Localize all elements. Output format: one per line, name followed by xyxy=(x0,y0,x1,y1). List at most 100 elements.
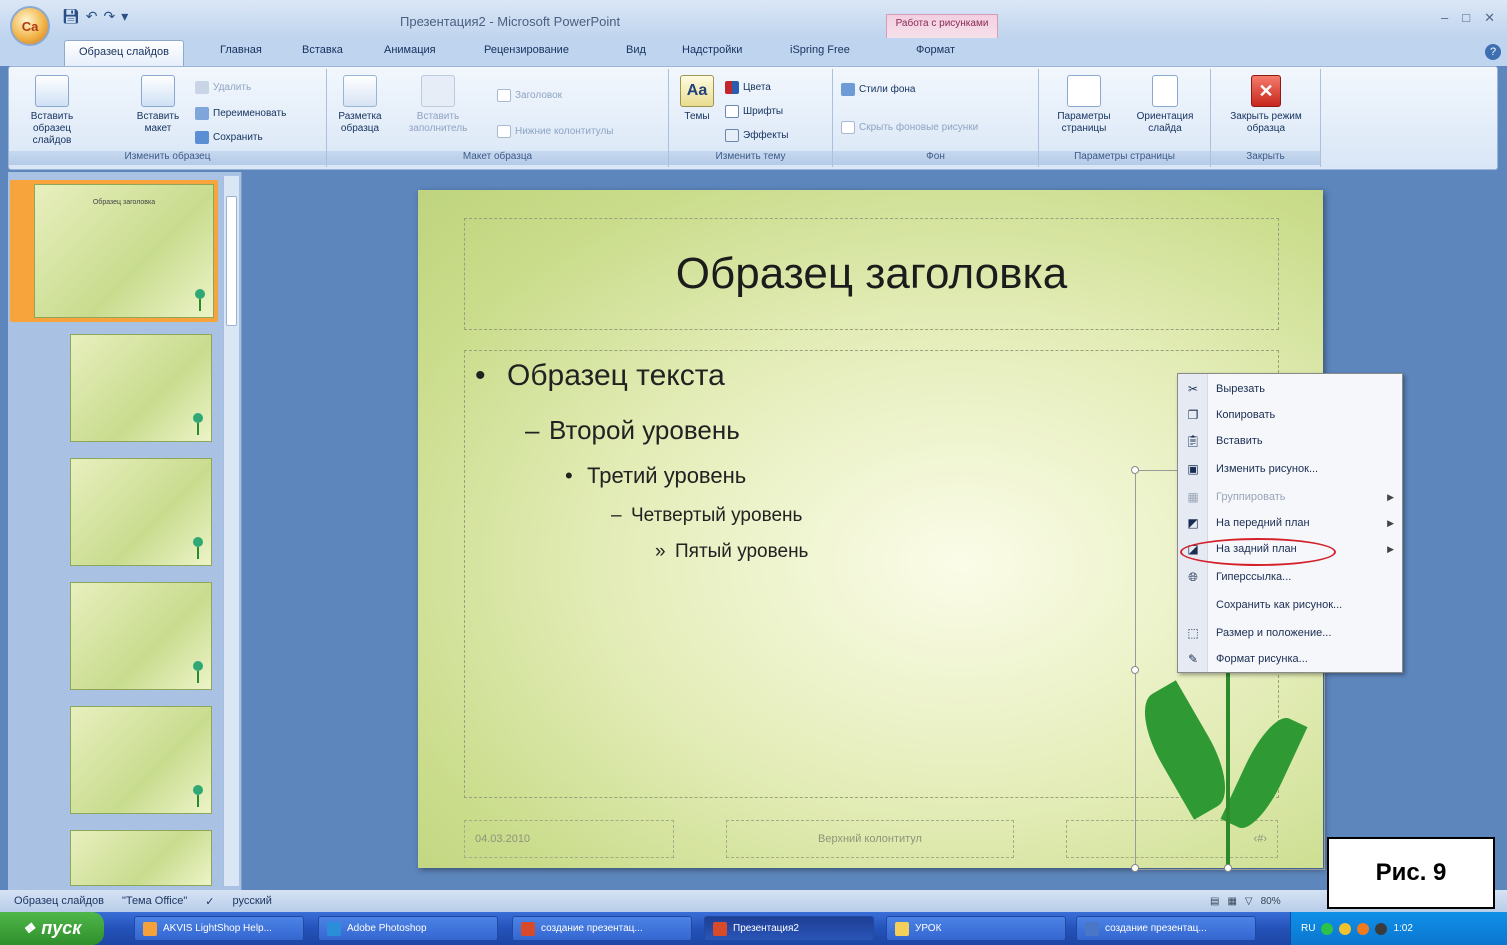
title-placeholder[interactable]: Образец заголовка xyxy=(464,218,1279,330)
redo-icon[interactable]: ↷ xyxy=(104,8,116,25)
taskbar-item[interactable]: Adobe Photoshop xyxy=(318,916,498,941)
background-styles-icon xyxy=(841,83,855,96)
group-page-setup: Параметры страницы Ориентация слайда Пар… xyxy=(1039,69,1211,167)
delete-button[interactable]: Удалить xyxy=(195,81,251,94)
insert-layout-button[interactable]: Вставить макет xyxy=(127,75,189,135)
undo-icon[interactable]: ↶ xyxy=(86,8,98,25)
status-language[interactable]: русский xyxy=(232,895,271,907)
taskbar: ❖ пуск AKVIS LightShop Help... Adobe Phot… xyxy=(0,912,1507,945)
size-icon: ⬚ xyxy=(1187,626,1199,640)
menu-item-save-as-picture[interactable]: Сохранить как рисунок... xyxy=(1178,593,1402,617)
resize-handle[interactable] xyxy=(1131,666,1139,674)
preserve-button[interactable]: Сохранить xyxy=(195,131,263,144)
menu-item-cut[interactable]: ✂ Вырезать xyxy=(1178,377,1402,401)
office-button[interactable]: Ca xyxy=(10,6,50,46)
taskbar-item[interactable]: УРОК xyxy=(886,916,1066,941)
taskbar-item[interactable]: создание презентац... xyxy=(1076,916,1256,941)
group-close: ✕ Закрыть режим образца Закрыть xyxy=(1211,69,1321,167)
spellcheck-icon[interactable]: ✓ xyxy=(205,895,214,908)
hyperlink-icon: 🌐︎ xyxy=(1188,569,1198,584)
thumbnail-pane: Образец заголовка xyxy=(8,172,242,890)
layout-thumbnail[interactable] xyxy=(70,706,212,814)
resize-handle[interactable] xyxy=(1224,864,1232,872)
flower-icon xyxy=(191,537,205,559)
layout-thumbnail[interactable] xyxy=(70,582,212,690)
body-level-5: Пятый уровень xyxy=(675,541,809,562)
hide-background-checkbox[interactable]: Скрыть фоновые рисунки xyxy=(841,121,978,134)
resize-handle[interactable] xyxy=(1131,864,1139,872)
context-menu: ✂ Вырезать ❐ Копировать 📋︎ Вставить ▣ Измени… xyxy=(1177,373,1403,673)
language-indicator[interactable]: RU xyxy=(1301,923,1315,934)
taskbar-item[interactable]: создание презентац... xyxy=(512,916,692,941)
tab-view[interactable]: Вид xyxy=(626,44,646,56)
menu-item-size-position[interactable]: ⬚ Размер и положение... xyxy=(1178,621,1402,645)
effects-button[interactable]: Эффекты xyxy=(725,129,788,142)
themes-button[interactable]: Aa Темы xyxy=(675,75,719,123)
menu-item-hyperlink[interactable]: 🌐︎ Гиперссылка... xyxy=(1178,565,1402,589)
update-icon[interactable] xyxy=(1357,922,1370,935)
sorter-view-icon[interactable]: ▦ xyxy=(1227,896,1236,907)
bullet-4: – xyxy=(611,505,622,526)
network-icon[interactable] xyxy=(1321,922,1334,935)
tab-format[interactable]: Формат xyxy=(916,44,955,56)
slide-orientation-button[interactable]: Ориентация слайда xyxy=(1125,75,1205,135)
menu-item-group[interactable]: ▦ Группировать ▶ xyxy=(1178,485,1402,509)
submenu-arrow-icon: ▶ xyxy=(1387,517,1394,528)
qat-dropdown-icon[interactable]: ▾ xyxy=(121,8,128,25)
menu-item-paste[interactable]: 📋︎ Вставить xyxy=(1178,429,1402,453)
page-setup-button[interactable]: Параметры страницы xyxy=(1045,75,1123,135)
normal-view-icon[interactable]: ▤ xyxy=(1210,896,1219,907)
layout-thumbnail[interactable] xyxy=(70,830,212,886)
menu-item-format-picture[interactable]: ✎ Формат рисунка... xyxy=(1178,647,1402,671)
scissors-icon: ✂ xyxy=(1187,382,1199,396)
taskbar-item-active[interactable]: Презентация2 xyxy=(704,916,874,941)
help-icon[interactable]: ? xyxy=(1485,44,1501,60)
layout-thumbnail[interactable] xyxy=(70,458,212,566)
background-styles-button[interactable]: Стили фона xyxy=(841,83,915,96)
colors-button[interactable]: Цвета xyxy=(725,81,771,94)
master-thumbnail[interactable]: Образец заголовка xyxy=(34,184,214,318)
tab-insert[interactable]: Вставка xyxy=(302,44,343,56)
save-icon[interactable]: 💾︎ xyxy=(62,8,80,25)
akvis-icon xyxy=(143,921,157,936)
tab-addins[interactable]: Надстройки xyxy=(682,44,742,56)
footers-checkbox[interactable]: Нижние колонтитулы xyxy=(497,125,613,138)
submenu-arrow-icon: ▶ xyxy=(1387,543,1394,554)
menu-item-copy[interactable]: ❐ Копировать xyxy=(1178,403,1402,427)
antivirus-icon[interactable] xyxy=(1339,922,1352,935)
rename-button[interactable]: Переименовать xyxy=(195,107,286,120)
body-level-2: Второй уровень xyxy=(549,415,740,445)
zoom-level[interactable]: 80% xyxy=(1261,896,1281,907)
tab-slide-master[interactable]: Образец слайдов xyxy=(64,40,184,68)
insert-master-button[interactable]: Вставить образец слайдов xyxy=(17,75,87,147)
footer-placeholder[interactable]: Верхний колонтитул xyxy=(726,820,1014,858)
restore-icon[interactable]: □ xyxy=(1462,10,1470,26)
fonts-button[interactable]: Шрифты xyxy=(725,105,783,118)
pin-icon xyxy=(195,131,209,144)
layout-thumbnail[interactable] xyxy=(70,334,212,442)
menu-item-change-picture[interactable]: ▣ Изменить рисунок... xyxy=(1178,457,1402,481)
volume-icon[interactable] xyxy=(1375,922,1388,935)
close-icon[interactable]: ✕ xyxy=(1484,10,1495,26)
start-button[interactable]: ❖ пуск xyxy=(0,912,104,945)
insert-placeholder-button[interactable]: Вставить заполнитель xyxy=(393,75,483,135)
tab-home[interactable]: Главная xyxy=(220,44,262,56)
thumbnail-scrollbar[interactable] xyxy=(223,176,239,886)
tab-animation[interactable]: Анимация xyxy=(384,44,436,56)
master-layout-button[interactable]: Разметка образца xyxy=(335,75,385,135)
flower-icon xyxy=(191,661,205,683)
tab-review[interactable]: Рецензирование xyxy=(484,44,569,56)
date-placeholder[interactable]: 04.03.2010 xyxy=(464,820,674,858)
close-master-view-button[interactable]: ✕ Закрыть режим образца xyxy=(1217,75,1315,135)
group-label-edit-theme: Изменить тему xyxy=(669,151,832,165)
taskbar-item[interactable]: AKVIS LightShop Help... xyxy=(134,916,304,941)
ribbon-tabs: Образец слайдов Главная Вставка Анимация… xyxy=(0,38,1507,68)
resize-handle[interactable] xyxy=(1131,466,1139,474)
scrollbar-thumb[interactable] xyxy=(226,196,237,326)
slideshow-view-icon[interactable]: ▽ xyxy=(1245,896,1253,907)
minimize-icon[interactable]: – xyxy=(1441,10,1448,26)
title-checkbox[interactable]: Заголовок xyxy=(497,89,562,102)
tab-ispring[interactable]: iSpring Free xyxy=(790,44,850,56)
powerpoint-icon xyxy=(521,921,535,936)
menu-item-bring-to-front[interactable]: ◩ На передний план ▶ xyxy=(1178,511,1402,535)
